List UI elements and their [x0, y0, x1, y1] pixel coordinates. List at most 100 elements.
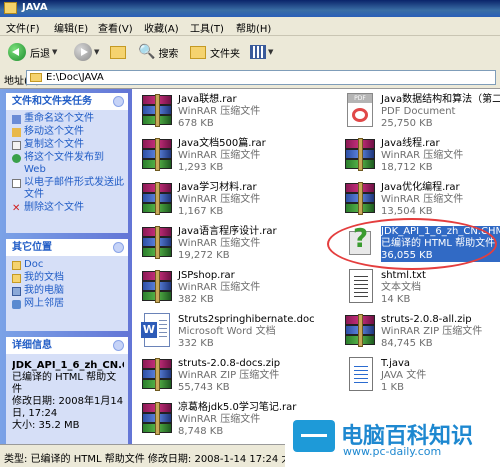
file-size: 1,167 KB: [178, 206, 224, 217]
menu-help[interactable]: 帮助(H): [236, 20, 271, 35]
menu-edit[interactable]: 编辑(E): [54, 20, 88, 35]
file-item[interactable]: Java联想.rar WinRAR 压缩文件 678 KB: [134, 89, 319, 133]
search-button[interactable]: 🔍 搜索: [138, 41, 178, 63]
task-email[interactable]: 以电子邮件形式发送此文件: [12, 177, 124, 201]
file-type: WinRAR 压缩文件: [178, 414, 261, 425]
file-item[interactable]: Java学习材料.rar WinRAR 压缩文件 1,167 KB: [134, 177, 319, 221]
task-copy[interactable]: 复制这个文件: [12, 139, 124, 151]
task-rename[interactable]: 重命名这个文件: [12, 113, 124, 125]
place-network[interactable]: 网上邻居: [12, 298, 124, 310]
place-my-computer[interactable]: 我的电脑: [12, 285, 124, 297]
address-bar: 地址(D) E:\Doc\JAVA: [0, 68, 500, 89]
file-name: Java线程.rar: [381, 138, 440, 149]
file-item[interactable]: shtml.txt 文本文档 14 KB: [337, 265, 500, 309]
menu-favorites[interactable]: 收藏(A): [144, 20, 179, 35]
title-bar: JAVA: [0, 0, 500, 17]
file-item[interactable]: T.java JAVA 文件 1 KB: [337, 353, 500, 397]
file-type: WinRAR 压缩文件: [178, 194, 261, 205]
pdf-icon: [347, 93, 373, 127]
file-item[interactable]: struts-2.0.8-all.zip WinRAR ZIP 压缩文件 84,74…: [337, 309, 500, 353]
file-type: JAVA 文件: [381, 370, 427, 381]
file-size: 13,504 KB: [381, 206, 433, 217]
task-move[interactable]: 移动这个文件: [12, 126, 124, 138]
rename-icon: [12, 115, 21, 124]
file-name: shtml.txt: [381, 270, 426, 281]
file-item[interactable]: Java线程.rar WinRAR 压缩文件 18,712 KB: [337, 133, 500, 177]
place-label: Doc: [24, 259, 44, 270]
file-item[interactable]: JSPshop.rar WinRAR 压缩文件 382 KB: [134, 265, 319, 309]
winrar-icon: [345, 182, 375, 215]
panel-title: 详细信息: [12, 340, 52, 351]
folders-label: 文件夹: [210, 48, 240, 60]
file-name: T.java: [381, 358, 411, 369]
views-icon: [250, 45, 266, 59]
chevron-down-icon: ▼: [268, 48, 274, 56]
back-button[interactable]: 后退 ▼: [8, 41, 57, 63]
panel-title: 其它位置: [12, 242, 52, 253]
file-type: WinRAR 压缩文件: [381, 194, 464, 205]
folders-button[interactable]: 文件夹: [190, 41, 240, 63]
file-name: struts-2.0.8-all.zip: [381, 314, 472, 325]
file-item[interactable]: Java优化编程.rar WinRAR 压缩文件 13,504 KB: [337, 177, 500, 221]
file-item[interactable]: Struts2springhibernate.docMicrosoft Word…: [134, 309, 319, 353]
file-size: 332 KB: [178, 338, 214, 349]
task-delete[interactable]: ✕ 删除这个文件: [12, 202, 124, 214]
toolbar: 后退 ▼ ▼ 🔍 搜索 文件夹 ▼: [0, 36, 500, 69]
place-my-documents[interactable]: 我的文档: [12, 272, 124, 284]
file-tasks-header[interactable]: 文件和文件夹任务: [6, 93, 128, 110]
collapse-icon[interactable]: [113, 242, 124, 253]
file-list: Java联想.rarWinRAR 压缩文件678 KB Java数据结构和算法（…: [134, 89, 500, 444]
word-document-icon: [141, 313, 170, 347]
file-type: PDF Document: [381, 106, 456, 117]
detail-size: 大小: 35.2 MB: [12, 420, 80, 431]
winrar-icon: [345, 314, 375, 347]
task-publish-web[interactable]: 将这个文件发布到 Web: [12, 152, 124, 176]
copy-icon: [12, 141, 21, 150]
file-name: Struts2springhibernate.doc: [178, 314, 315, 325]
file-item[interactable]: Java文档500篇.rar WinRAR 压缩文件 1,293 KB: [134, 133, 319, 177]
menu-file[interactable]: 文件(F): [6, 20, 40, 35]
up-folder-button[interactable]: [110, 41, 126, 63]
collapse-icon[interactable]: [113, 96, 124, 107]
folder-icon: [30, 73, 42, 82]
menu-tools[interactable]: 工具(T): [190, 20, 224, 35]
views-button[interactable]: ▼: [250, 41, 273, 63]
detail-filename: JDK_API_1_6_zh_CN.CH: [12, 360, 124, 371]
collapse-icon[interactable]: [113, 340, 124, 351]
other-places-header[interactable]: 其它位置: [6, 239, 128, 256]
file-type: WinRAR 压缩文件: [178, 106, 261, 117]
task-label: 重命名这个文件: [24, 113, 94, 124]
file-size: 19,272 KB: [178, 250, 230, 261]
file-type: WinRAR 压缩文件: [178, 282, 261, 293]
address-input[interactable]: E:\Doc\JAVA: [26, 70, 496, 85]
file-item[interactable]: Java语言程序设计.rar WinRAR 压缩文件 19,272 KB: [134, 221, 319, 265]
task-label: 移动这个文件: [24, 126, 84, 137]
status-text: 类型: 已编译的 HTML 帮助文件 修改日期: 2008-1-14 17:24…: [4, 454, 321, 465]
file-type: WinRAR ZIP 压缩文件: [178, 370, 280, 381]
file-name: Java数据结构和算法（第二: [381, 94, 500, 105]
file-type: WinRAR 压缩文件: [178, 238, 261, 249]
place-label: 我的文档: [24, 272, 64, 283]
file-item[interactable]: Java数据结构和算法（第二PDF Document25,750 KB: [337, 89, 500, 133]
file-size: 55,743 KB: [178, 382, 230, 393]
file-size: 25,750 KB: [381, 118, 433, 129]
file-tasks-panel: 文件和文件夹任务 重命名这个文件 移动这个文件 复制这个文件 将这个文件发布到 …: [6, 93, 128, 233]
file-type: Microsoft Word 文档: [178, 326, 276, 337]
winrar-icon: [142, 138, 172, 171]
file-size: 84,745 KB: [381, 338, 433, 349]
panel-title: 文件和文件夹任务: [12, 96, 92, 107]
folder-up-icon: [110, 45, 126, 59]
other-places-panel: 其它位置 Doc 我的文档 我的电脑 网上邻居: [6, 239, 128, 331]
delete-icon: ✕: [12, 203, 21, 214]
menu-view[interactable]: 查看(V): [98, 20, 133, 35]
details-header[interactable]: 详细信息: [6, 337, 128, 354]
place-doc[interactable]: Doc: [12, 259, 124, 271]
network-icon: [12, 300, 21, 309]
forward-button[interactable]: ▼: [74, 41, 99, 63]
file-item[interactable]: struts-2.0.8-docs.zip WinRAR ZIP 压缩文件 55,7…: [134, 353, 319, 397]
file-type: WinRAR ZIP 压缩文件: [381, 326, 483, 337]
folder-icon: [4, 2, 17, 14]
search-label: 搜索: [158, 48, 179, 60]
task-label: 删除这个文件: [24, 202, 84, 213]
detail-modified: 修改日期: 2008年1月14日, 17:24: [12, 396, 124, 419]
